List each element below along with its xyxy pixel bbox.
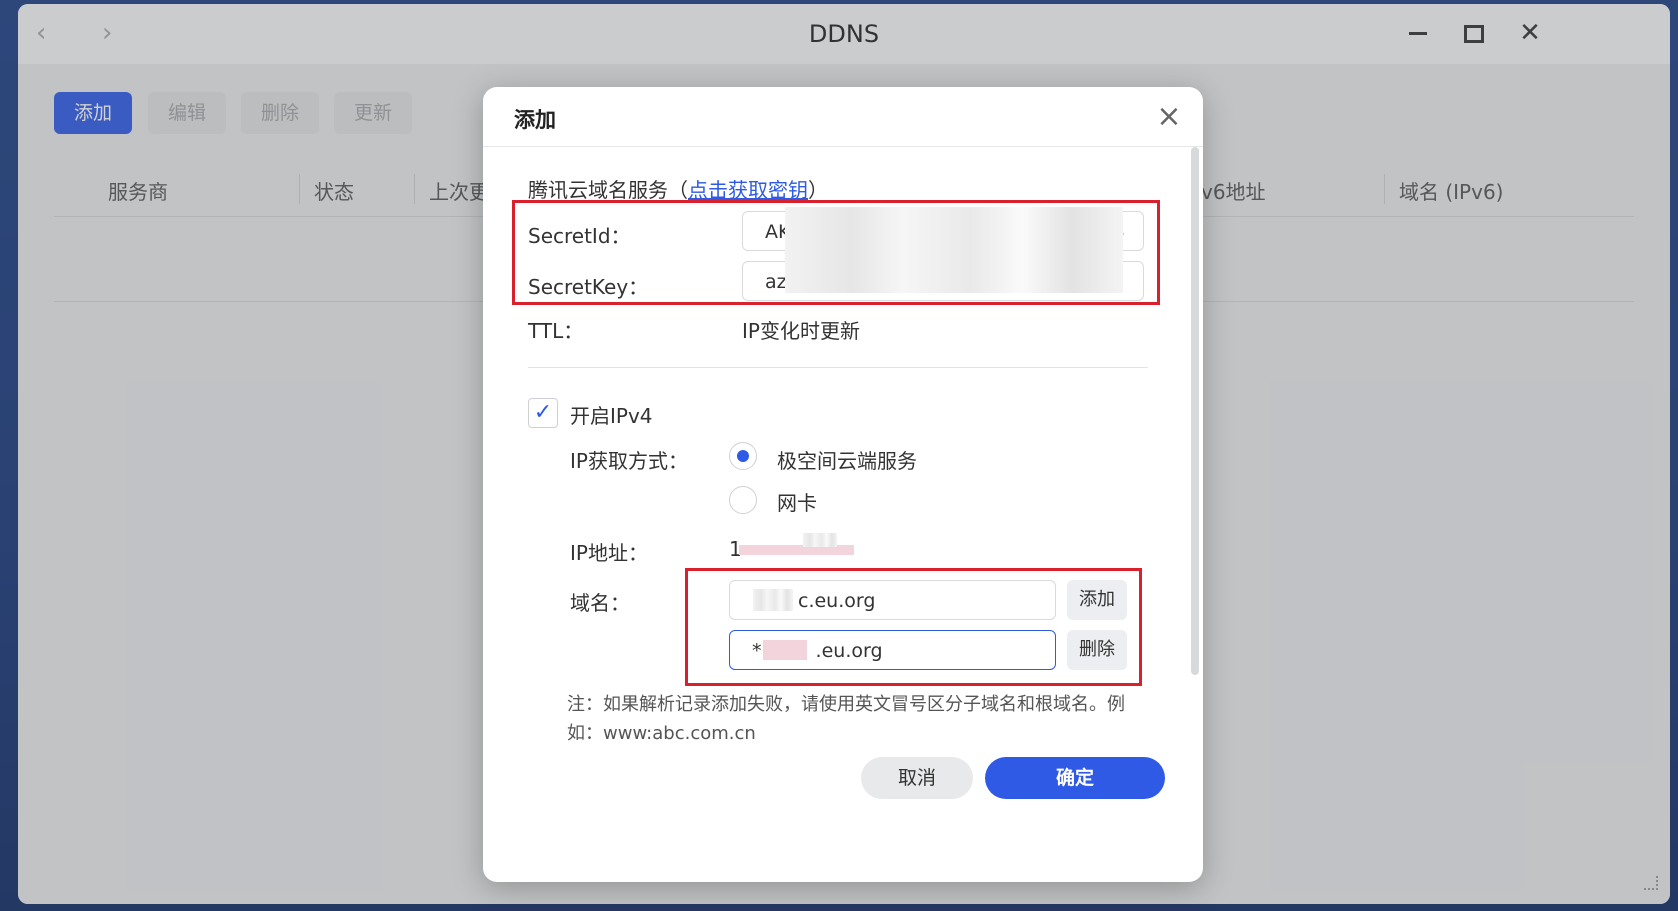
cancel-button[interactable]: 取消 — [861, 757, 973, 799]
confirm-button[interactable]: 确定 — [985, 757, 1165, 799]
highlight-box-credentials — [512, 200, 1160, 305]
highlight-box-domains — [685, 568, 1142, 686]
section-divider — [528, 367, 1148, 368]
note-text: 注：如果解析记录添加失败，请使用英文冒号区分子域名和根域名。例如：www:abc… — [567, 694, 1125, 744]
provider-suffix: ） — [808, 178, 828, 202]
enable-ipv4-label: 开启IPv4 — [570, 404, 653, 428]
add-ddns-dialog: 添加 × 腾讯云域名服务（点击获取密钥） SecretId： AK 5 Secr… — [483, 87, 1203, 882]
dialog-title: 添加 — [514, 108, 556, 132]
dialog-header: 添加 × — [483, 87, 1203, 147]
provider-name: 腾讯云域名服务（ — [528, 178, 688, 202]
ttl-value: IP变化时更新 — [742, 319, 860, 343]
redaction-mask — [803, 533, 837, 547]
ip-address-label: IP地址： — [570, 541, 648, 565]
ip-method-radio-cloud[interactable] — [729, 442, 757, 470]
dialog-close-icon[interactable]: × — [1151, 97, 1187, 137]
ip-method-option-cloud: 极空间云端服务 — [777, 449, 917, 473]
enable-ipv4-checkbox[interactable]: ✓ — [528, 398, 558, 428]
ip-method-label: IP获取方式： — [570, 449, 688, 473]
get-secret-link[interactable]: 点击获取密钥 — [688, 178, 808, 202]
dialog-scrollbar[interactable] — [1191, 147, 1199, 675]
ttl-label: TTL： — [528, 319, 584, 343]
domain-label: 域名： — [570, 591, 630, 615]
ip-method-option-nic: 网卡 — [777, 491, 817, 515]
provider-line: 腾讯云域名服务（点击获取密钥） — [528, 174, 828, 203]
ip-method-radio-nic[interactable] — [729, 486, 757, 514]
